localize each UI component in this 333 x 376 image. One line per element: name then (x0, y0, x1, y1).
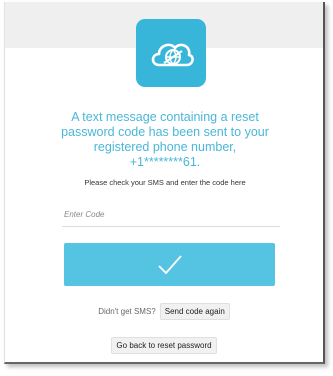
submit-code-button[interactable] (64, 243, 275, 286)
cloud-globe-icon (151, 43, 194, 67)
enter-code-input[interactable] (62, 202, 280, 227)
send-code-again-button[interactable]: Send code again (159, 303, 230, 320)
go-back-button[interactable]: Go back to reset password (111, 337, 217, 354)
resend-prompt: Didn't get SMS? (98, 307, 156, 316)
reset-code-card: A text message containing a reset passwo… (4, 2, 325, 364)
app-logo (136, 19, 206, 87)
sent-message: A text message containing a reset passwo… (61, 110, 269, 169)
checkmark-icon (157, 254, 182, 274)
back-row: Go back to reset password (5, 337, 323, 354)
resend-row: Didn't get SMS? Send code again (5, 303, 323, 320)
instruction-text: Please check your SMS and enter the code… (84, 178, 246, 187)
